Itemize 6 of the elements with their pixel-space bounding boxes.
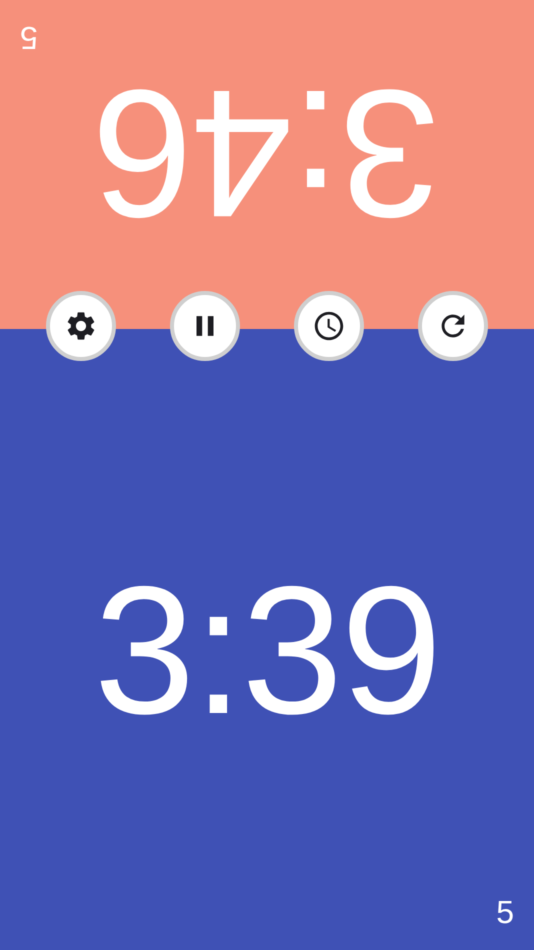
move-count: 5 <box>20 22 38 54</box>
move-count: 5 <box>496 896 514 928</box>
clock-icon <box>312 309 346 343</box>
clock-time: 3:39 <box>94 558 440 740</box>
player-panel[interactable]: 3:39 5 <box>0 329 534 950</box>
clock-time: 3:46 <box>94 64 440 246</box>
